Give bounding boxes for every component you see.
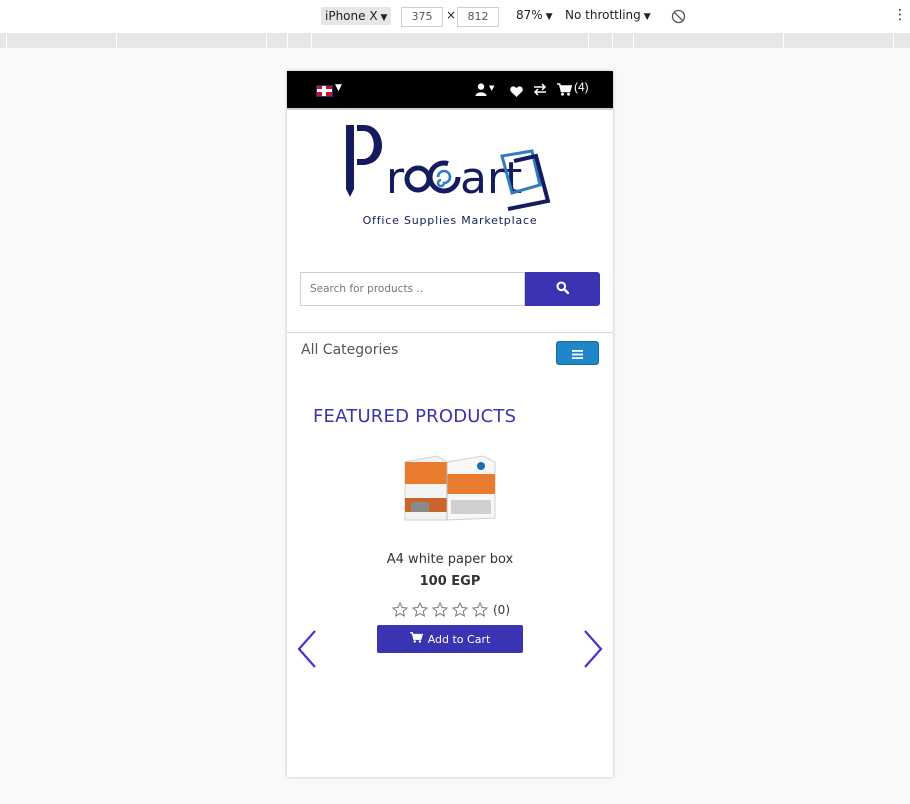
add-to-cart-button[interactable]: Add to Cart xyxy=(377,625,523,653)
all-categories-label[interactable]: All Categories xyxy=(301,342,398,358)
logo-tagline: Office Supplies Marketplace xyxy=(362,214,538,227)
device-select-label: iPhone X xyxy=(325,9,378,23)
chevron-down-icon: ▼ xyxy=(643,12,651,22)
caret-down-icon[interactable]: ▼ xyxy=(489,84,494,92)
search-icon xyxy=(556,281,570,297)
add-to-cart-label: Add to Cart xyxy=(427,632,491,646)
more-options-icon[interactable]: ⋮ xyxy=(893,8,907,22)
chevron-down-icon: ▼ xyxy=(545,12,553,22)
user-icon[interactable] xyxy=(475,81,487,100)
uk-flag-icon[interactable] xyxy=(316,85,333,97)
throttling-select[interactable]: No throttling ▼ xyxy=(565,8,651,22)
section-divider xyxy=(287,332,613,333)
height-input[interactable]: 812 xyxy=(457,7,499,27)
rating-count: (0) xyxy=(493,603,510,617)
caret-down-icon[interactable]: ▼ xyxy=(335,83,342,93)
svg-text:r: r xyxy=(386,153,405,204)
product-image[interactable] xyxy=(401,454,499,524)
star-outline-icon xyxy=(452,602,468,617)
throttling-label: No throttling xyxy=(565,8,641,22)
cart-icon xyxy=(409,632,423,646)
star-outline-icon xyxy=(392,602,408,617)
categories-menu-button[interactable] xyxy=(556,341,599,365)
carousel-next-arrow-icon[interactable] xyxy=(579,628,605,670)
cart-count[interactable]: (4) xyxy=(574,80,589,94)
zoom-select[interactable]: 87% ▼ xyxy=(516,8,553,22)
heart-icon[interactable] xyxy=(510,82,523,101)
hamburger-icon xyxy=(572,344,583,363)
compare-icon[interactable] xyxy=(533,81,547,100)
dimension-separator: × xyxy=(446,8,457,22)
featured-products-heading: FEATURED PRODUCTS xyxy=(313,406,517,427)
width-input[interactable]: 375 xyxy=(401,7,443,27)
top-bar: ▼ ▼ (4) xyxy=(287,71,613,108)
product-name[interactable]: A4 white paper box xyxy=(287,552,613,567)
header-divider xyxy=(287,108,613,110)
star-outline-icon xyxy=(472,602,488,617)
rating-stars xyxy=(392,602,488,618)
media-query-ruler xyxy=(0,33,910,48)
product-price: 100 EGP xyxy=(419,574,481,589)
star-outline-icon xyxy=(412,602,428,617)
svg-text:art: art xyxy=(460,153,522,204)
search-button[interactable] xyxy=(525,272,600,306)
chevron-down-icon: ▼ xyxy=(380,13,388,23)
cart-icon[interactable] xyxy=(557,81,573,100)
mobile-viewport: ▼ ▼ (4) r art Office Supplies Marketplac… xyxy=(287,71,613,777)
search-input[interactable] xyxy=(300,272,525,306)
rotate-icon[interactable] xyxy=(671,9,686,27)
zoom-label: 87% xyxy=(516,8,543,22)
device-select[interactable]: iPhone X ▼ xyxy=(321,7,392,25)
carousel-prev-arrow-icon[interactable] xyxy=(295,628,321,670)
star-outline-icon xyxy=(432,602,448,617)
devtools-device-toolbar: iPhone X ▼ 375 × 812 87% ▼ No throttling ▼ … xyxy=(0,0,910,34)
